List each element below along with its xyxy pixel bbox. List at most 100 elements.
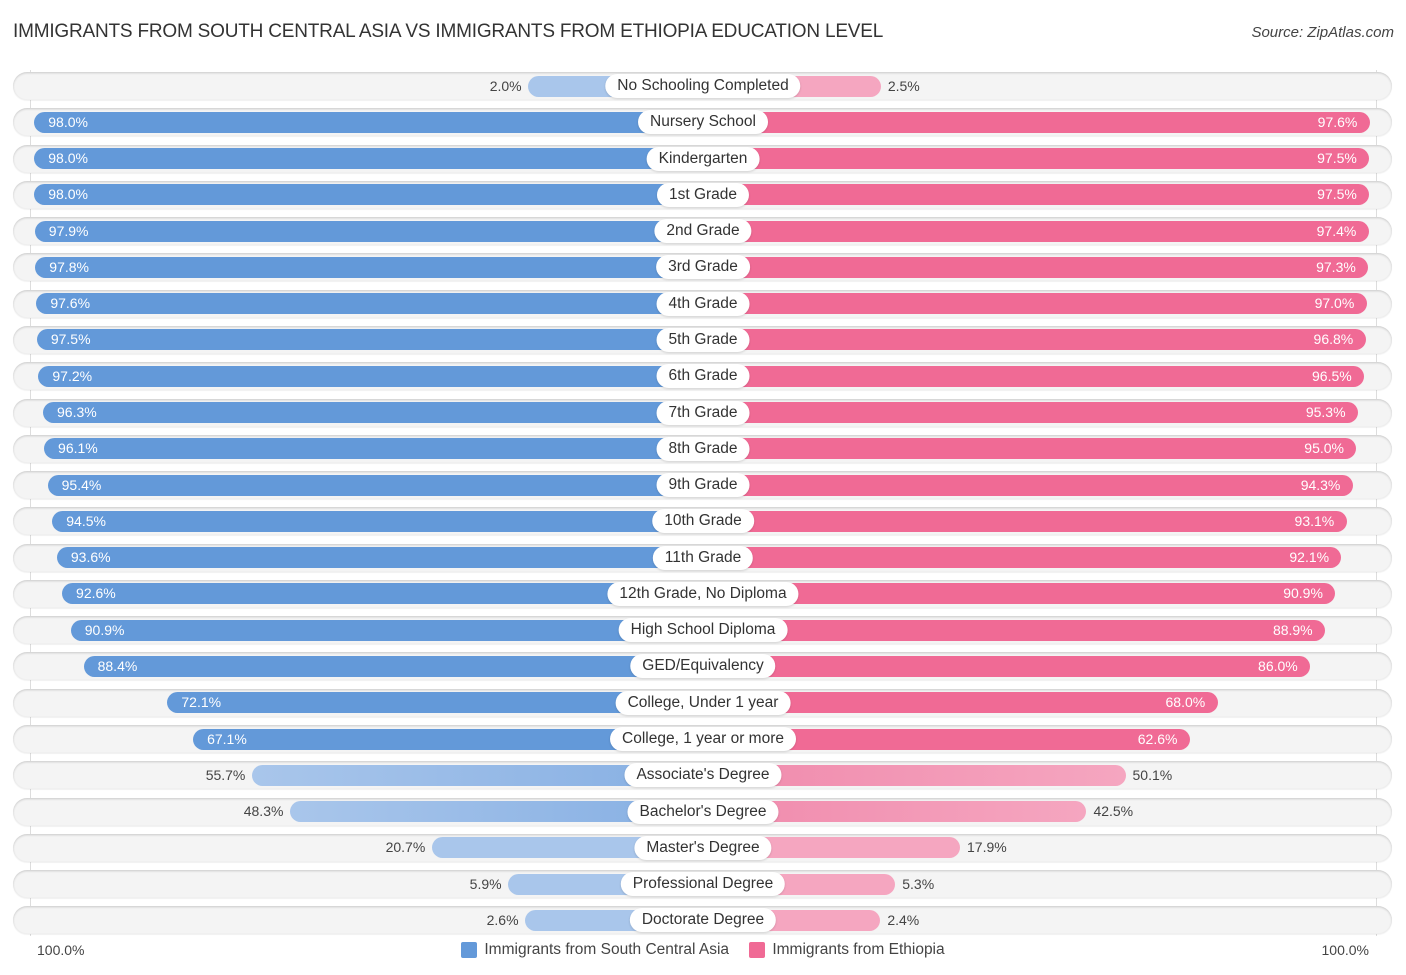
- bar-ethiopia-6th-grade[interactable]: [703, 365, 1364, 387]
- legend-label-ethiopia: Immigrants from Ethiopia: [772, 941, 945, 958]
- legend: Immigrants from South Central Asia Immig…: [0, 941, 1406, 963]
- value-label-south-central-asia-12th-grade-no-diploma: 92.6%: [76, 585, 116, 602]
- category-label-no-schooling-completed: No Schooling Completed: [605, 74, 801, 98]
- legend-label-south-central-asia: Immigrants from South Central Asia: [484, 941, 730, 958]
- category-label-associate-s-degree: Associate's Degree: [624, 763, 782, 788]
- value-label-south-central-asia-bachelor-s-degree: 48.3%: [243, 803, 284, 820]
- category-label-6th-grade: 6th Grade: [656, 364, 750, 389]
- bar-ethiopia-1st-grade[interactable]: [703, 184, 1370, 206]
- bar-south-central-asia-6th-grade[interactable]: [38, 365, 703, 387]
- bar-ethiopia-5th-grade[interactable]: [703, 329, 1366, 351]
- value-label-ethiopia-7th-grade: 95.3%: [1305, 404, 1346, 421]
- bar-south-central-asia-8th-grade[interactable]: [44, 438, 703, 460]
- category-label-12th-grade-no-diploma: 12th Grade, No Diploma: [607, 581, 799, 606]
- value-label-south-central-asia-4th-grade: 97.6%: [50, 295, 91, 312]
- value-label-south-central-asia-ged-equivalency: 88.4%: [97, 657, 138, 674]
- category-label-doctorate-degree: Doctorate Degree: [629, 908, 777, 933]
- value-label-ethiopia-5th-grade: 96.8%: [1313, 331, 1354, 348]
- bar-south-central-asia-high-school-diploma[interactable]: [70, 619, 703, 641]
- category-label-4th-grade: 4th Grade: [656, 291, 750, 316]
- category-label-nursery-school: Nursery School: [638, 110, 768, 135]
- value-label-south-central-asia-college-under-1-year: 72.1%: [181, 694, 222, 711]
- value-label-south-central-asia-master-s-degree: 20.7%: [385, 839, 426, 856]
- value-label-ethiopia-kindergarten: 97.5%: [1317, 150, 1357, 167]
- category-label-kindergarten: Kindergarten: [646, 146, 760, 171]
- bar-south-central-asia-ged-equivalency[interactable]: [83, 655, 703, 677]
- value-label-south-central-asia-nursery-school: 98.0%: [48, 113, 88, 130]
- bar-ethiopia-high-school-diploma[interactable]: [703, 619, 1325, 641]
- value-label-south-central-asia-5th-grade: 97.5%: [50, 331, 91, 348]
- bar-south-central-asia-2nd-grade[interactable]: [34, 220, 703, 242]
- category-label-7th-grade: 7th Grade: [656, 400, 750, 425]
- bar-south-central-asia-11th-grade[interactable]: [56, 547, 703, 569]
- category-label-10th-grade: 10th Grade: [652, 509, 754, 534]
- value-label-ethiopia-11th-grade: 92.1%: [1289, 549, 1330, 566]
- value-label-south-central-asia-associate-s-degree: 55.7%: [205, 766, 246, 783]
- legend-item-ethiopia[interactable]: Immigrants from Ethiopia: [749, 941, 945, 959]
- category-label-ged-equivalency: GED/Equivalency: [630, 654, 776, 679]
- value-label-ethiopia-associate-s-degree: 50.1%: [1132, 766, 1173, 783]
- value-label-ethiopia-no-schooling-completed: 2.5%: [887, 77, 920, 94]
- value-label-south-central-asia-10th-grade: 94.5%: [66, 512, 106, 529]
- value-label-ethiopia-bachelor-s-degree: 42.5%: [1093, 803, 1134, 820]
- category-label-college-1-year-or-more: College, 1 year or more: [610, 727, 796, 752]
- value-label-ethiopia-8th-grade: 95.0%: [1304, 440, 1344, 457]
- value-label-ethiopia-10th-grade: 93.1%: [1294, 512, 1335, 529]
- value-label-ethiopia-ged-equivalency: 86.0%: [1258, 657, 1298, 674]
- value-label-south-central-asia-7th-grade: 96.3%: [57, 404, 97, 421]
- value-label-ethiopia-professional-degree: 5.3%: [902, 875, 935, 892]
- category-label-college-under-1-year: College, Under 1 year: [615, 690, 791, 715]
- legend-swatch-ethiopia: [749, 942, 766, 958]
- value-label-south-central-asia-8th-grade: 96.1%: [58, 440, 98, 457]
- value-label-ethiopia-9th-grade: 94.3%: [1300, 476, 1341, 493]
- value-label-ethiopia-4th-grade: 97.0%: [1314, 295, 1355, 312]
- category-label-high-school-diploma: High School Diploma: [618, 618, 788, 643]
- bar-ethiopia-11th-grade[interactable]: [703, 547, 1342, 569]
- value-label-south-central-asia-kindergarten: 98.0%: [48, 150, 88, 167]
- chart-rows: 2.0% 2.5% No Schooling Completed 98.0% 97.6%…: [0, 0, 1406, 975]
- bar-south-central-asia-10th-grade[interactable]: [52, 510, 703, 532]
- legend-item-south-central-asia[interactable]: Immigrants from South Central Asia: [461, 941, 729, 959]
- category-label-master-s-degree: Master's Degree: [634, 835, 772, 860]
- bar-south-central-asia-7th-grade[interactable]: [43, 402, 703, 424]
- value-label-south-central-asia-3rd-grade: 97.8%: [49, 258, 89, 275]
- bar-ethiopia-7th-grade[interactable]: [703, 402, 1358, 424]
- category-label-professional-degree: Professional Degree: [620, 872, 786, 897]
- value-label-ethiopia-12th-grade-no-diploma: 90.9%: [1283, 585, 1323, 602]
- bar-ethiopia-nursery-school[interactable]: [703, 111, 1370, 133]
- bar-ethiopia-2nd-grade[interactable]: [703, 220, 1369, 242]
- value-label-ethiopia-nursery-school: 97.6%: [1317, 113, 1358, 130]
- value-label-ethiopia-college-1-year-or-more: 62.6%: [1137, 730, 1178, 747]
- value-label-ethiopia-doctorate-degree: 2.4%: [887, 911, 920, 928]
- category-label-2nd-grade: 2nd Grade: [654, 219, 752, 244]
- value-label-south-central-asia-1st-grade: 98.0%: [48, 186, 88, 203]
- value-label-ethiopia-6th-grade: 96.5%: [1312, 367, 1352, 384]
- bar-ethiopia-9th-grade[interactable]: [703, 474, 1353, 496]
- value-label-ethiopia-high-school-diploma: 88.9%: [1272, 621, 1313, 638]
- bar-south-central-asia-3rd-grade[interactable]: [35, 256, 703, 278]
- value-label-ethiopia-college-under-1-year: 68.0%: [1165, 694, 1206, 711]
- category-label-1st-grade: 1st Grade: [656, 182, 750, 207]
- bar-ethiopia-8th-grade[interactable]: [703, 438, 1357, 460]
- value-label-south-central-asia-doctorate-degree: 2.6%: [486, 911, 519, 928]
- bar-ethiopia-4th-grade[interactable]: [703, 293, 1367, 315]
- bar-south-central-asia-5th-grade[interactable]: [36, 329, 703, 351]
- value-label-south-central-asia-6th-grade: 97.2%: [52, 367, 93, 384]
- bar-south-central-asia-4th-grade[interactable]: [36, 293, 703, 315]
- bar-south-central-asia-9th-grade[interactable]: [47, 474, 703, 496]
- bar-ethiopia-ged-equivalency[interactable]: [703, 655, 1311, 677]
- bar-south-central-asia-nursery-school[interactable]: [34, 111, 703, 133]
- bar-south-central-asia-1st-grade[interactable]: [34, 184, 703, 206]
- category-label-9th-grade: 9th Grade: [656, 473, 750, 498]
- value-label-south-central-asia-college-1-year-or-more: 67.1%: [207, 730, 247, 747]
- category-label-5th-grade: 5th Grade: [656, 327, 750, 352]
- value-label-south-central-asia-no-schooling-completed: 2.0%: [489, 77, 522, 94]
- bar-ethiopia-10th-grade[interactable]: [703, 510, 1347, 532]
- value-label-ethiopia-3rd-grade: 97.3%: [1316, 258, 1356, 275]
- bar-south-central-asia-kindergarten[interactable]: [34, 148, 703, 170]
- category-label-8th-grade: 8th Grade: [656, 436, 750, 461]
- value-label-ethiopia-master-s-degree: 17.9%: [967, 839, 1007, 856]
- legend-swatch-south-central-asia: [461, 942, 478, 958]
- bar-ethiopia-3rd-grade[interactable]: [703, 256, 1369, 278]
- bar-ethiopia-kindergarten[interactable]: [703, 148, 1370, 170]
